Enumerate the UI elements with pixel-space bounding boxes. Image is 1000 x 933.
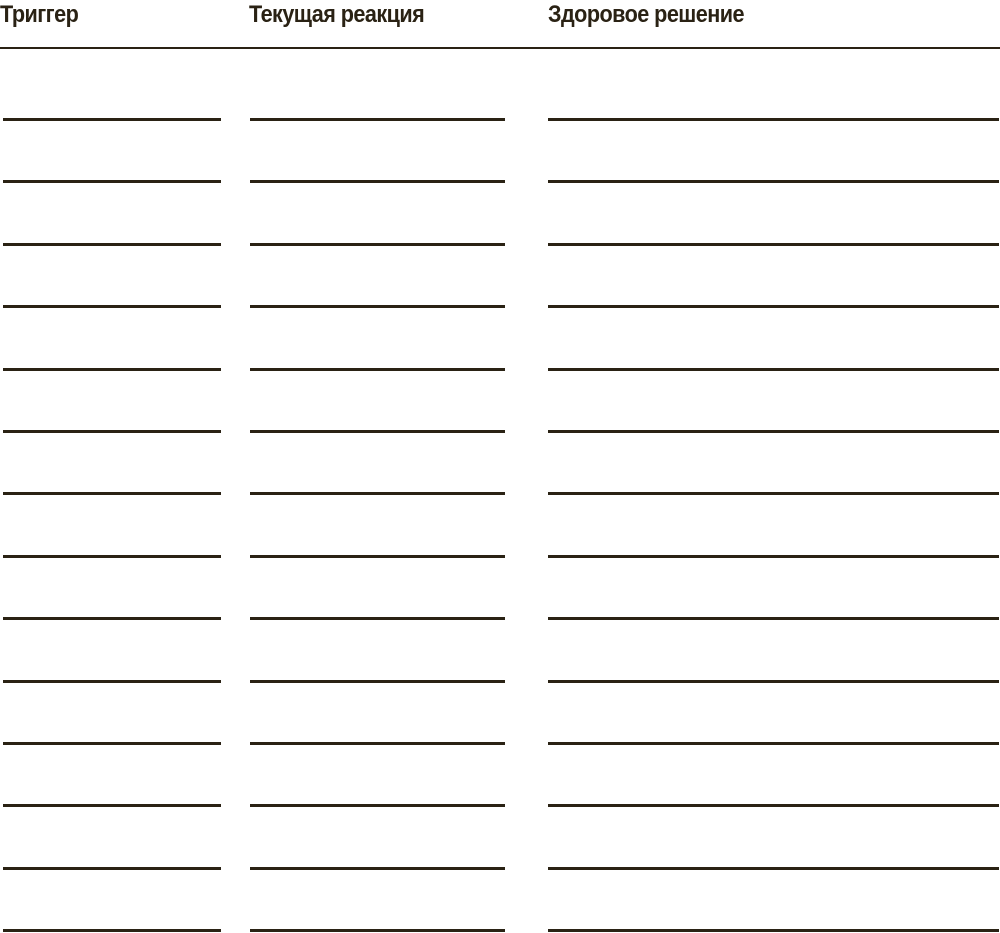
answer-line-trigger[interactable] (3, 118, 221, 121)
header-divider (0, 47, 1000, 49)
answer-line-current-reaction[interactable] (250, 555, 505, 558)
answer-line-current-reaction[interactable] (250, 867, 505, 870)
answer-line-healthy-solution[interactable] (548, 804, 999, 807)
column-header-current-reaction: Текущая реакция (249, 1, 425, 28)
answer-line-current-reaction[interactable] (250, 680, 505, 683)
answer-line-trigger[interactable] (3, 305, 221, 308)
answer-line-trigger[interactable] (3, 742, 221, 745)
answer-line-healthy-solution[interactable] (548, 430, 999, 433)
answer-line-trigger[interactable] (3, 929, 221, 932)
answer-line-current-reaction[interactable] (250, 118, 505, 121)
answer-line-current-reaction[interactable] (250, 492, 505, 495)
answer-line-trigger[interactable] (3, 867, 221, 870)
answer-line-trigger[interactable] (3, 680, 221, 683)
answer-line-current-reaction[interactable] (250, 180, 505, 183)
answer-line-current-reaction[interactable] (250, 243, 505, 246)
answer-line-trigger[interactable] (3, 368, 221, 371)
answer-line-healthy-solution[interactable] (548, 680, 999, 683)
answer-line-healthy-solution[interactable] (548, 305, 999, 308)
answer-line-current-reaction[interactable] (250, 305, 505, 308)
answer-line-healthy-solution[interactable] (548, 243, 999, 246)
answer-line-current-reaction[interactable] (250, 929, 505, 932)
answer-line-trigger[interactable] (3, 492, 221, 495)
answer-line-current-reaction[interactable] (250, 742, 505, 745)
answer-line-current-reaction[interactable] (250, 368, 505, 371)
answer-line-trigger[interactable] (3, 430, 221, 433)
answer-line-current-reaction[interactable] (250, 430, 505, 433)
answer-line-healthy-solution[interactable] (548, 180, 999, 183)
answer-line-trigger[interactable] (3, 555, 221, 558)
answer-line-trigger[interactable] (3, 243, 221, 246)
answer-line-trigger[interactable] (3, 180, 221, 183)
answer-line-healthy-solution[interactable] (548, 867, 999, 870)
answer-line-trigger[interactable] (3, 617, 221, 620)
worksheet-table: Триггер Текущая реакция Здоровое решение (0, 0, 1000, 933)
answer-line-healthy-solution[interactable] (548, 555, 999, 558)
answer-line-current-reaction[interactable] (250, 617, 505, 620)
column-header-healthy-solution: Здоровое решение (548, 1, 745, 28)
answer-line-healthy-solution[interactable] (548, 368, 999, 371)
answer-line-healthy-solution[interactable] (548, 617, 999, 620)
answer-line-healthy-solution[interactable] (548, 118, 999, 121)
answer-line-healthy-solution[interactable] (548, 492, 999, 495)
answer-line-trigger[interactable] (3, 804, 221, 807)
answer-line-healthy-solution[interactable] (548, 929, 999, 932)
answer-line-healthy-solution[interactable] (548, 742, 999, 745)
answer-line-current-reaction[interactable] (250, 804, 505, 807)
column-header-trigger: Триггер (0, 1, 79, 28)
